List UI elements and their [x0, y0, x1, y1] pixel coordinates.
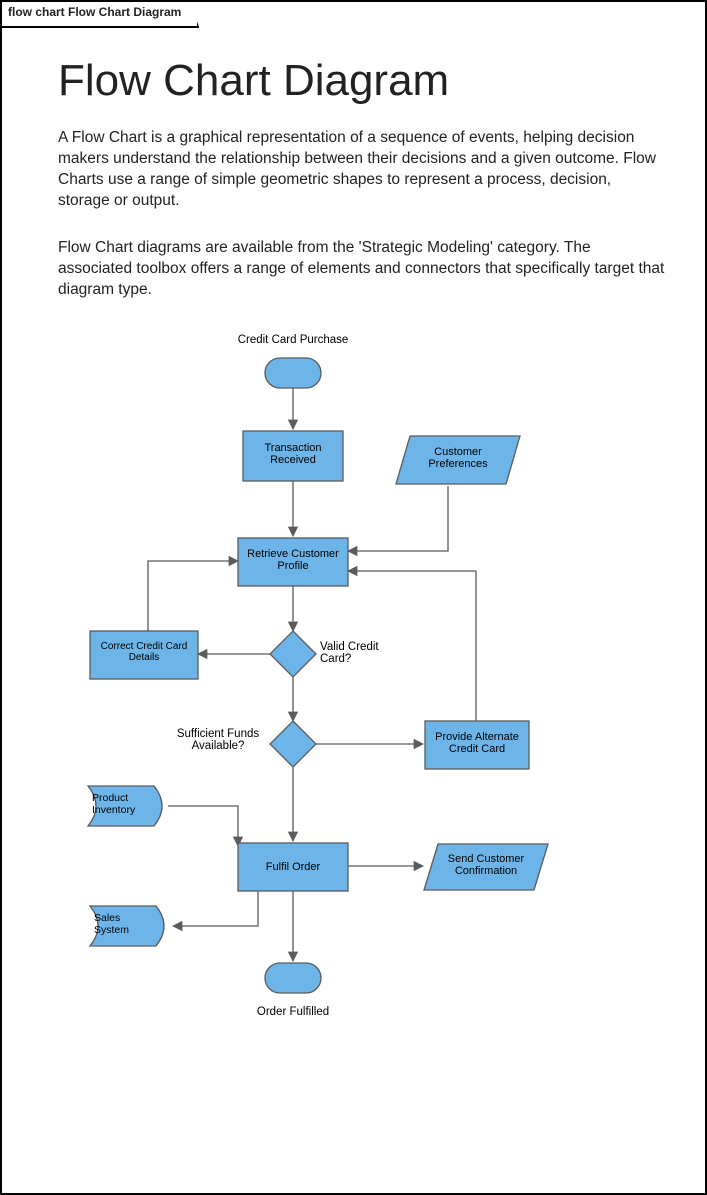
- transaction-label: Transaction Received: [243, 442, 343, 466]
- page-tab-label: flow chart Flow Chart Diagram: [8, 5, 181, 19]
- fulfil-label: Fulfil Order: [238, 861, 348, 873]
- confirm-label: Send Customer Confirmation: [434, 853, 538, 877]
- page-title: Flow Chart Diagram: [58, 56, 665, 106]
- end-label: Order Fulfilled: [238, 1006, 348, 1018]
- page-tab: flow chart Flow Chart Diagram: [0, 0, 199, 28]
- content-area: Flow Chart Diagram A Flow Chart is a gra…: [2, 2, 705, 1056]
- valid-question-label: Valid Credit Card?: [320, 641, 400, 665]
- document-page: flow chart Flow Chart Diagram Flow Chart…: [0, 0, 707, 1195]
- sufficient-funds-decision: [270, 721, 316, 767]
- correct-label: Correct Credit Card Details: [90, 641, 198, 663]
- flowchart-svg: [58, 326, 658, 1056]
- end-node: [265, 963, 321, 993]
- intro-paragraph-1: A Flow Chart is a graphical representati…: [58, 128, 665, 212]
- valid-card-decision: [270, 631, 316, 677]
- funds-question-label: Sufficient Funds Available?: [168, 728, 268, 752]
- inventory-label: Product Inventory: [92, 792, 158, 816]
- retrieve-label: Retrieve Customer Profile: [238, 548, 348, 572]
- preferences-label: Customer Preferences: [406, 446, 510, 470]
- start-node: [265, 358, 321, 388]
- alternate-label: Provide Alternate Credit Card: [425, 731, 529, 755]
- flowchart-diagram: Credit Card Purchase Transaction Receive…: [58, 326, 658, 1056]
- intro-paragraph-2: Flow Chart diagrams are available from t…: [58, 238, 665, 301]
- sales-label: Sales System: [94, 912, 154, 936]
- start-label: Credit Card Purchase: [226, 334, 360, 346]
